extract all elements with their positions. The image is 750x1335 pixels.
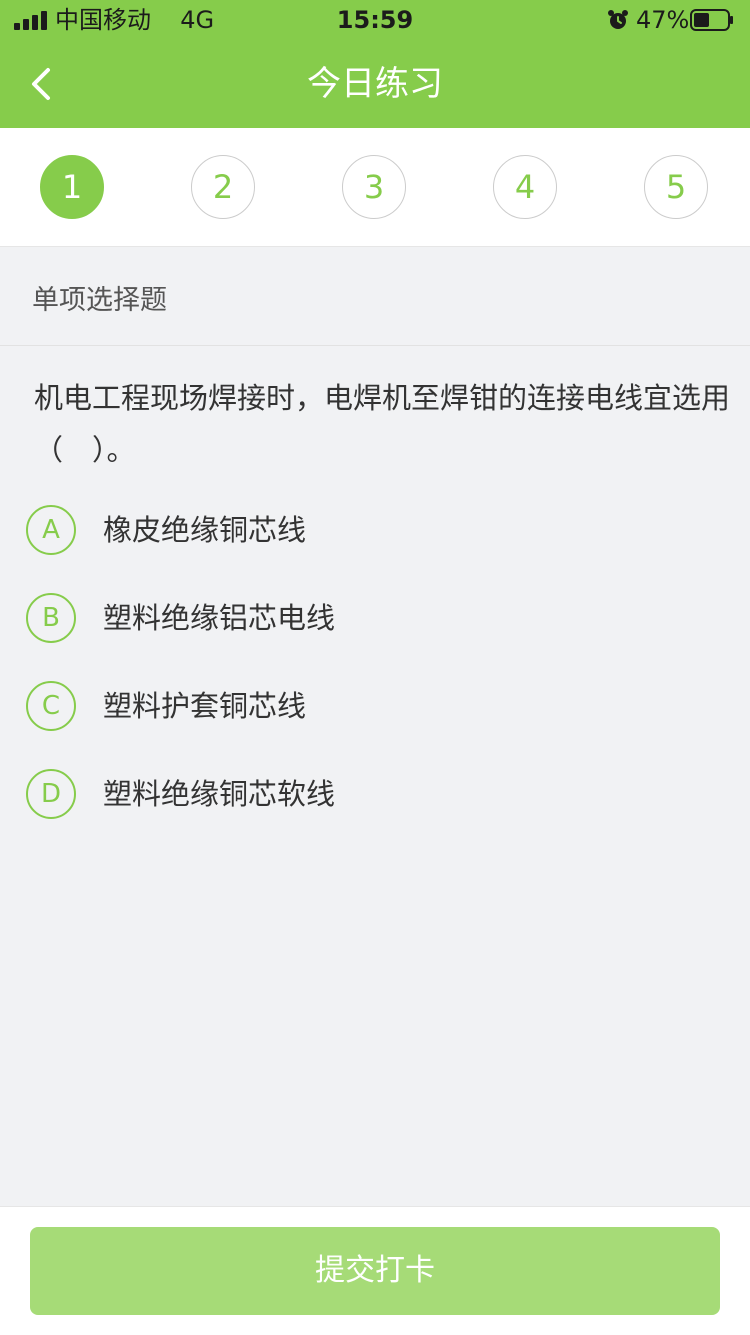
option-a-badge: A [26,505,76,555]
step-5[interactable]: 5 [644,155,708,219]
question-text: 机电工程现场焊接时，电焊机至焊钳的连接电线宜选用（ ）。 [34,381,731,467]
step-4[interactable]: 4 [493,155,557,219]
step-2[interactable]: 2 [191,155,255,219]
option-d-text: 塑料绝缘铜芯软线 [103,777,336,811]
step-1[interactable]: 1 [40,155,104,219]
option-a-text: 橡皮绝缘铜芯线 [103,513,307,547]
option-a[interactable]: A 橡皮绝缘铜芯线 [26,505,726,557]
battery-icon [690,9,733,31]
alarm-icon [608,10,628,29]
option-c[interactable]: C 塑料护套铜芯线 [26,681,726,733]
option-b[interactable]: B 塑料绝缘铝芯电线 [26,593,726,645]
step-3[interactable]: 3 [342,155,406,219]
battery-percent: 47% [636,6,690,34]
option-b-text: 塑料绝缘铝芯电线 [103,601,336,635]
option-d[interactable]: D 塑料绝缘铜芯软线 [26,769,726,821]
option-c-text: 塑料护套铜芯线 [103,689,307,723]
page-title: 今日练习 [307,64,443,104]
option-d-badge: D [26,769,76,819]
question-type-label: 单项选择题 [32,285,167,316]
submit-button[interactable]: 提交打卡 [30,1227,720,1315]
option-c-badge: C [26,681,76,731]
status-bar: 中国移动 4G 15:59 47% [0,0,750,40]
footer: 提交打卡 [0,1206,750,1335]
option-b-badge: B [26,593,76,643]
question-stepper: 1 2 3 4 5 [0,128,750,247]
divider [0,345,750,346]
